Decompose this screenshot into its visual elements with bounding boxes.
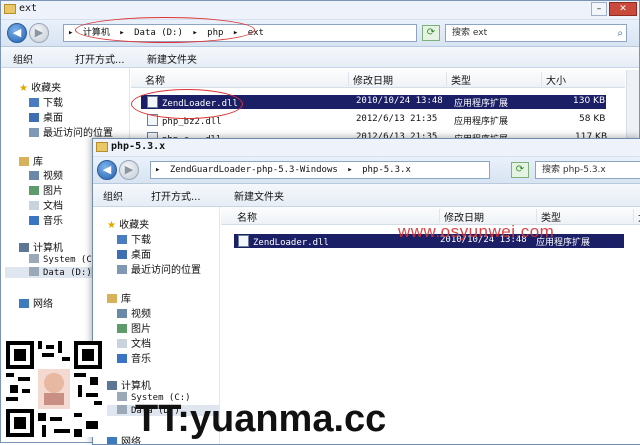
- column-size[interactable]: 大: [633, 209, 640, 224]
- documents-icon: [29, 201, 39, 210]
- minimize-button[interactable]: –: [591, 2, 607, 16]
- organize-button[interactable]: 组织: [103, 188, 123, 203]
- nav-recent[interactable]: 最近访问的位置: [29, 124, 129, 139]
- column-size[interactable]: 大小: [541, 72, 566, 87]
- music-icon: [117, 354, 127, 363]
- back-button[interactable]: ◀: [7, 23, 27, 43]
- command-toolbar: 组织 打开方式... 新建文件夹: [1, 47, 639, 68]
- documents-icon: [117, 339, 127, 348]
- computer-icon: [19, 243, 29, 252]
- open-with-button[interactable]: 打开方式...: [151, 188, 201, 203]
- nav-desktop[interactable]: 桌面: [29, 109, 129, 124]
- command-toolbar: 组织 打开方式... 新建文件夹: [93, 184, 640, 207]
- library-icon: [19, 157, 29, 166]
- address-bar[interactable]: ▸ ZendGuardLoader-php-5.3-Windows ▸ php-…: [150, 161, 490, 179]
- computer-icon: [107, 381, 117, 390]
- refresh-button[interactable]: ⟳: [511, 162, 529, 178]
- star-icon: ★: [19, 83, 28, 94]
- download-folder-icon: [29, 98, 39, 107]
- search-icon: ⌕: [617, 28, 623, 39]
- brand-text: TT:yuanma.cc: [135, 398, 387, 440]
- nav-desktop[interactable]: 桌面: [117, 246, 219, 261]
- nav-downloads[interactable]: 下载: [29, 94, 129, 109]
- video-icon: [117, 309, 127, 318]
- pictures-icon: [29, 186, 39, 195]
- open-with-button[interactable]: 打开方式...: [75, 51, 125, 66]
- nav-downloads[interactable]: 下载: [117, 231, 219, 246]
- desktop-icon: [29, 113, 39, 122]
- annotation-ellipse: [131, 89, 243, 119]
- nav-library[interactable]: 库: [107, 290, 219, 305]
- nav-favorites[interactable]: ★ 收藏夹: [19, 79, 129, 94]
- nav-music[interactable]: 音乐: [117, 350, 219, 365]
- drive-icon: [29, 267, 39, 276]
- watermark-text: www.osyunwei.com: [398, 222, 555, 241]
- drive-icon: [117, 392, 127, 401]
- pictures-icon: [117, 324, 127, 333]
- new-folder-button[interactable]: 新建文件夹: [147, 51, 197, 66]
- nav-documents[interactable]: 文档: [117, 335, 219, 350]
- music-icon: [29, 216, 39, 225]
- column-type[interactable]: 类型: [446, 72, 471, 87]
- title-bar[interactable]: ext – ✕: [1, 1, 639, 20]
- network-icon: [19, 299, 29, 308]
- drive-icon: [29, 254, 39, 263]
- column-name[interactable]: 名称: [233, 209, 257, 224]
- forward-button[interactable]: ▶: [119, 160, 139, 180]
- refresh-button[interactable]: ⟳: [422, 25, 440, 41]
- drive-icon: [117, 405, 127, 414]
- folder-icon: [4, 4, 16, 14]
- library-icon: [107, 294, 117, 303]
- annotation-ellipse: [75, 17, 255, 43]
- search-input[interactable]: 搜索 ext ⌕: [445, 24, 627, 42]
- forward-button[interactable]: ▶: [29, 23, 49, 43]
- search-placeholder: 搜索 php-5.3.x: [542, 165, 606, 175]
- nav-videos[interactable]: 视频: [117, 305, 219, 320]
- column-type[interactable]: 类型: [536, 209, 561, 224]
- column-name[interactable]: 名称: [141, 72, 165, 87]
- back-button[interactable]: ◀: [97, 160, 117, 180]
- search-placeholder: 搜索 ext: [452, 28, 488, 38]
- navigation-bar: ◀ ▶ ▸ ZendGuardLoader-php-5.3-Windows ▸ …: [93, 157, 640, 184]
- nav-pictures[interactable]: 图片: [117, 320, 219, 335]
- column-header: 名称 修改日期 类型 大小: [131, 70, 625, 88]
- folder-icon: [96, 142, 108, 152]
- download-folder-icon: [117, 235, 127, 244]
- recent-places-icon: [117, 265, 127, 274]
- nav-computer[interactable]: 计算机: [107, 377, 219, 392]
- window-title: ext: [19, 3, 38, 14]
- window-title: php-5.3.x: [111, 141, 166, 152]
- breadcrumb-item[interactable]: ZendGuardLoader-php-5.3-Windows: [170, 165, 338, 175]
- column-date[interactable]: 修改日期: [439, 209, 484, 224]
- column-date[interactable]: 修改日期: [348, 72, 393, 87]
- title-bar[interactable]: php-5.3.x: [93, 139, 640, 157]
- nav-favorites[interactable]: ★ 收藏夹: [107, 216, 219, 231]
- organize-button[interactable]: 组织: [13, 51, 33, 66]
- recent-places-icon: [29, 128, 39, 137]
- desktop-icon: [117, 250, 127, 259]
- nav-recent[interactable]: 最近访问的位置: [117, 261, 219, 276]
- new-folder-button[interactable]: 新建文件夹: [234, 188, 284, 203]
- star-icon: ★: [107, 220, 116, 231]
- search-input[interactable]: 搜索 php-5.3.x: [535, 161, 640, 179]
- breadcrumb-item[interactable]: php-5.3.x: [362, 165, 411, 175]
- network-icon: [107, 437, 117, 444]
- video-icon: [29, 171, 39, 180]
- close-button[interactable]: ✕: [609, 2, 637, 16]
- dll-file-icon: [238, 235, 249, 247]
- qr-code: [6, 341, 102, 437]
